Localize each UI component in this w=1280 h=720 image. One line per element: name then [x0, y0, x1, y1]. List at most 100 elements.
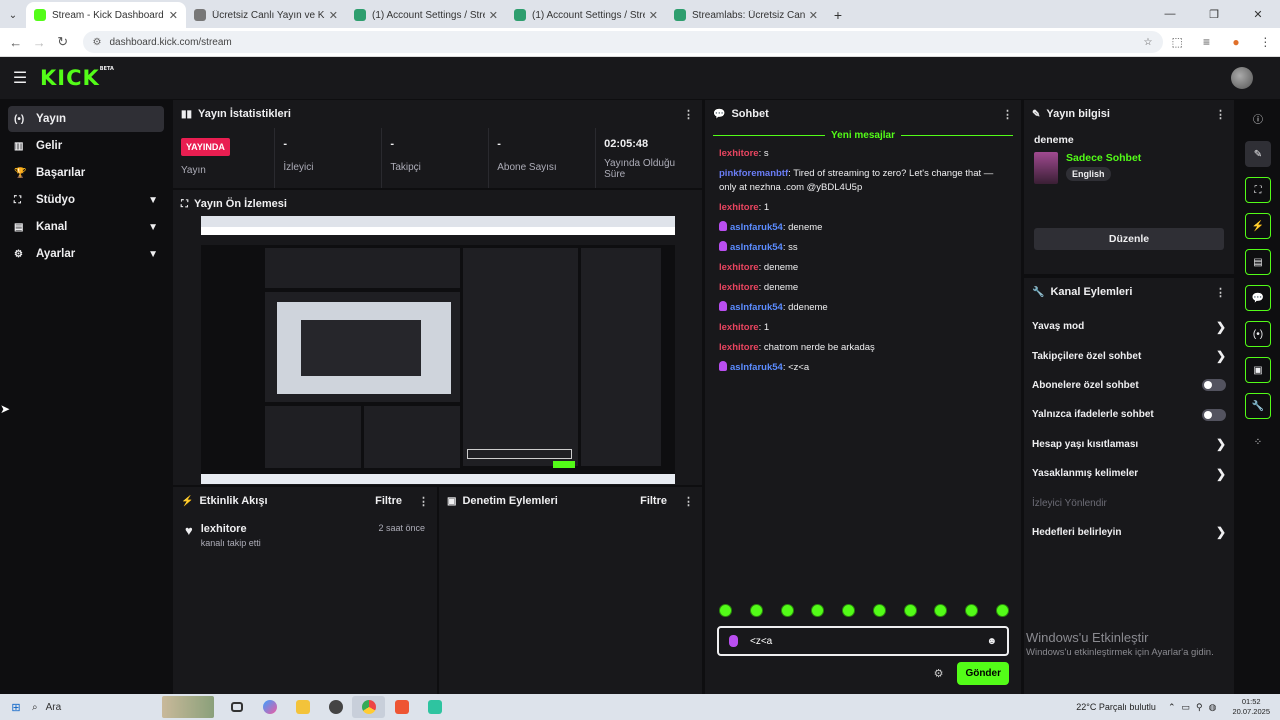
- chat-username[interactable]: asInfaruk54: [730, 242, 783, 253]
- chrome-icon[interactable]: [352, 696, 385, 718]
- emoji-picker-icon[interactable]: ☻: [986, 636, 997, 647]
- file-explorer-icon[interactable]: [286, 696, 319, 718]
- chat-username[interactable]: lexhitore: [719, 202, 759, 213]
- category-name[interactable]: Sadece Sohbet: [1066, 152, 1141, 164]
- emote-icon[interactable]: [872, 604, 886, 617]
- browser-tab[interactable]: (1) Account Settings / Streamla... ✕: [346, 2, 506, 28]
- browser-tab[interactable]: Stream - Kick Dashboard ✕: [26, 2, 186, 28]
- chat-input-box[interactable]: ☻: [717, 626, 1009, 656]
- bookmark-star-icon[interactable]: ☆: [1144, 37, 1153, 48]
- stats-more-icon[interactable]: ⋮: [683, 108, 694, 121]
- hamburger-menu-icon[interactable]: ☰: [0, 68, 40, 88]
- sidebar-item[interactable]: ⛶ Stüdyo ▼: [8, 187, 164, 213]
- channel-action-item[interactable]: Yavaş mod ❯: [1024, 312, 1234, 341]
- streamlabs-icon[interactable]: [418, 696, 451, 718]
- sidebar-item[interactable]: ▥ Gelir: [8, 133, 164, 159]
- kick-logo[interactable]: KICKBETA: [40, 66, 114, 90]
- site-info-icon[interactable]: ⚙: [93, 37, 102, 48]
- chat-username[interactable]: pinkforemanbtf: [719, 168, 788, 179]
- new-messages-divider[interactable]: Yeni mesajlar: [705, 130, 1021, 141]
- moderation-toggle-icon[interactable]: ▣: [1245, 357, 1271, 383]
- tab-close-icon[interactable]: ✕: [329, 9, 338, 22]
- send-button[interactable]: Gönder: [957, 662, 1009, 685]
- profile-icon[interactable]: ●: [1221, 35, 1250, 49]
- back-button[interactable]: ←: [4, 35, 28, 50]
- tray-icons[interactable]: ⌃▭⚲◍: [1168, 702, 1223, 713]
- avatar[interactable]: [1231, 67, 1253, 89]
- minimize-button[interactable]: —: [1148, 8, 1192, 20]
- emote-icon[interactable]: [811, 604, 825, 617]
- chat-input[interactable]: [750, 635, 987, 647]
- browser-tab[interactable]: Streamlabs: Ücretsiz Canlı Yayı... ✕: [666, 2, 826, 28]
- clock[interactable]: 01:52 20.07.2025: [1232, 697, 1270, 717]
- reload-button[interactable]: ↻: [51, 34, 75, 50]
- chat-username[interactable]: lexhitore: [719, 342, 759, 353]
- preview-toggle-icon[interactable]: ⛶: [1245, 177, 1271, 203]
- info-more-icon[interactable]: ⋮: [1215, 108, 1226, 121]
- yandex-icon[interactable]: [385, 696, 418, 718]
- chat-username[interactable]: asInfaruk54: [730, 222, 783, 233]
- actions-more-icon[interactable]: ⋮: [1215, 286, 1226, 299]
- category-thumbnail[interactable]: [1034, 152, 1058, 184]
- edit-info-icon[interactable]: ✎: [1245, 141, 1271, 167]
- chat-username[interactable]: lexhitore: [719, 282, 759, 293]
- chat-username[interactable]: lexhitore: [719, 148, 759, 159]
- emote-icon[interactable]: [749, 604, 763, 617]
- emote-icon[interactable]: [842, 604, 856, 617]
- forward-button[interactable]: →: [28, 35, 52, 50]
- tab-close-icon[interactable]: ✕: [169, 9, 178, 22]
- maximize-button[interactable]: ❐: [1192, 8, 1236, 21]
- windows-start-icon[interactable]: ⊞: [0, 701, 32, 714]
- moderation-more-icon[interactable]: ⋮: [683, 495, 694, 508]
- emote-icon[interactable]: [780, 604, 794, 617]
- sidebar-item[interactable]: 🏆 Başarılar: [8, 160, 164, 186]
- new-tab-button[interactable]: +: [826, 2, 850, 28]
- tab-search-button[interactable]: ⌄: [0, 2, 26, 28]
- emote-icon[interactable]: [965, 604, 979, 617]
- chat-username[interactable]: lexhitore: [719, 322, 759, 333]
- emote-icon[interactable]: [995, 604, 1009, 617]
- toggle-switch[interactable]: [1202, 408, 1226, 421]
- activity-filter-button[interactable]: Filtre: [375, 495, 402, 507]
- copilot-icon[interactable]: [253, 696, 286, 718]
- bolt-toggle-icon[interactable]: ⚡: [1245, 213, 1271, 239]
- tab-close-icon[interactable]: ✕: [489, 9, 498, 22]
- sidebar-item[interactable]: ⚙ Ayarlar ▼: [8, 241, 164, 267]
- tab-close-icon[interactable]: ✕: [649, 9, 658, 22]
- channel-action-item[interactable]: Abonelere özel sohbet: [1024, 371, 1234, 400]
- layout-icon[interactable]: ⁘: [1245, 429, 1271, 455]
- search-highlight-image[interactable]: [162, 696, 214, 718]
- emote-icon[interactable]: [934, 604, 948, 617]
- chat-username[interactable]: asInfaruk54: [730, 362, 783, 373]
- media-control-icon[interactable]: ≡: [1192, 35, 1221, 49]
- toggle-switch[interactable]: [1202, 379, 1226, 392]
- chevron-down-icon[interactable]: ▼: [148, 249, 158, 260]
- browser-tab[interactable]: Ücretsiz Canlı Yayın ve Kayıt Ya... ✕: [186, 2, 346, 28]
- broadcast-toggle-icon[interactable]: (•): [1245, 321, 1271, 347]
- browser-menu-icon[interactable]: ⋮: [1251, 35, 1280, 49]
- chat-toggle-icon[interactable]: 💬: [1245, 285, 1271, 311]
- close-window-button[interactable]: ✕: [1236, 8, 1280, 21]
- emote-icon[interactable]: [903, 604, 917, 617]
- channel-action-item[interactable]: İzleyici Yönlendir: [1024, 488, 1234, 517]
- moderation-filter-button[interactable]: Filtre: [640, 495, 667, 507]
- tab-close-icon[interactable]: ✕: [809, 9, 818, 22]
- sidebar-item[interactable]: (•) Yayın: [8, 106, 164, 132]
- channel-action-item[interactable]: Yasaklanmış kelimeler ❯: [1024, 459, 1234, 488]
- channel-action-item[interactable]: Takipçilere özel sohbet ❯: [1024, 341, 1234, 370]
- info-icon[interactable]: ⓘ: [1245, 105, 1271, 131]
- activity-more-icon[interactable]: ⋮: [418, 495, 429, 508]
- chat-settings-icon[interactable]: ⚙: [934, 667, 944, 680]
- url-field[interactable]: ⚙ dashboard.kick.com/stream ☆: [82, 31, 1163, 53]
- taskbar-search[interactable]: ⌕ Ara: [32, 702, 162, 713]
- sidebar-item[interactable]: ▤ Kanal ▼: [8, 214, 164, 240]
- channel-action-item[interactable]: Hesap yaşı kısıtlaması ❯: [1024, 430, 1234, 459]
- chevron-down-icon[interactable]: ▼: [148, 195, 158, 206]
- extensions-icon[interactable]: ⬚: [1163, 35, 1192, 49]
- chat-more-icon[interactable]: ⋮: [1002, 108, 1013, 121]
- emote-icon[interactable]: [719, 604, 732, 617]
- wrench-toggle-icon[interactable]: 🔧: [1245, 393, 1271, 419]
- stream-preview-image[interactable]: [201, 216, 675, 484]
- channel-action-item[interactable]: Yalnızca ifadelerle sohbet: [1024, 400, 1234, 429]
- browser-tab[interactable]: (1) Account Settings / Streamla... ✕: [506, 2, 666, 28]
